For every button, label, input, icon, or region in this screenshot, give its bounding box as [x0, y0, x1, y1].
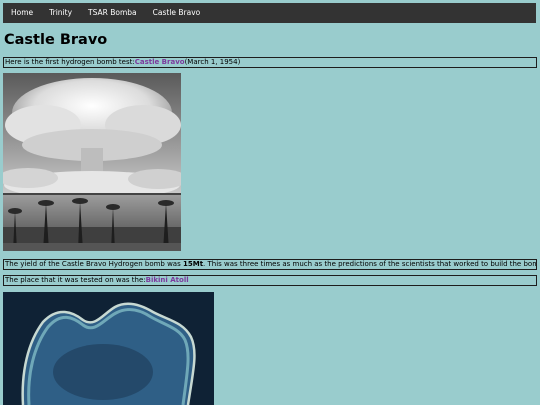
- location-text: The place that it was tested on was the:: [5, 276, 146, 284]
- mushroom-cloud-photo: [3, 73, 181, 251]
- yield-paragraph: The yield of the Castle Bravo Hydrogen b…: [3, 259, 537, 270]
- nav-link-home[interactable]: Home: [3, 3, 41, 23]
- bikini-atoll-satellite-photo: [3, 292, 214, 405]
- intro-date: (March 1, 1954): [184, 58, 241, 66]
- nav-link-tsar-bomba[interactable]: TSAR Bomba: [80, 3, 145, 23]
- yield-text-end: . This was three times as much as the pr…: [203, 260, 537, 268]
- yield-value: 15Mt: [182, 260, 204, 268]
- yield-text: The yield of the Castle Bravo Hydrogen b…: [5, 260, 183, 268]
- nav-link-trinity[interactable]: Trinity: [41, 3, 80, 23]
- bikini-atoll-link[interactable]: Bikini Atoll: [146, 276, 189, 284]
- nav-link-castle-bravo[interactable]: Castle Bravo: [145, 3, 209, 23]
- page-title: Castle Bravo: [4, 32, 108, 48]
- castle-bravo-link[interactable]: Castle Bravo: [135, 58, 185, 66]
- location-paragraph: The place that it was tested on was the:…: [3, 275, 537, 286]
- intro-text: Here is the first hydrogen bomb test:: [5, 58, 135, 66]
- intro-paragraph: Here is the first hydrogen bomb test:Cas…: [3, 57, 537, 68]
- top-navigation-bar: Home Trinity TSAR Bomba Castle Bravo: [3, 3, 536, 23]
